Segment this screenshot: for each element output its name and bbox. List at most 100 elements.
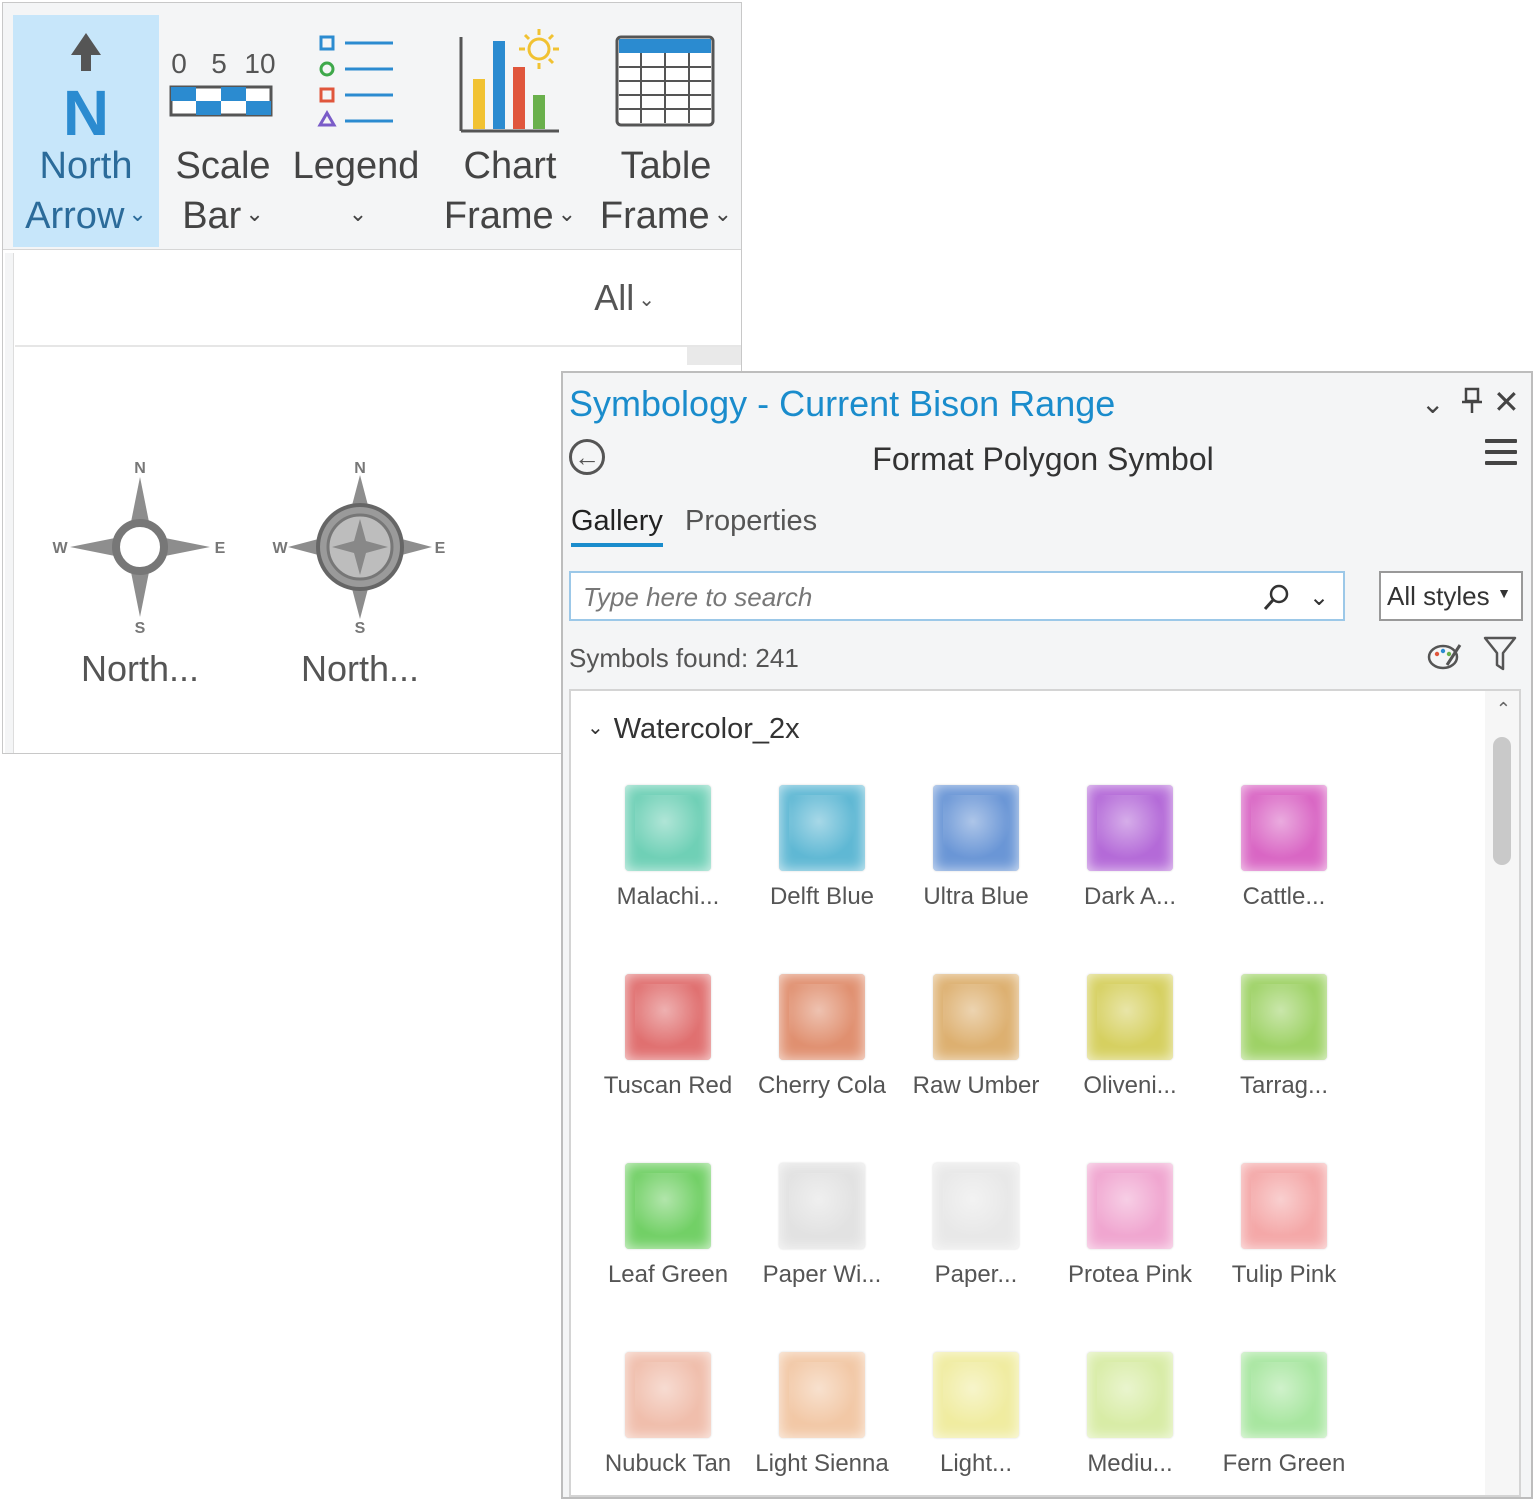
table-frame-label-2: Frame xyxy=(599,195,710,237)
symbol-item[interactable]: Cherry Cola xyxy=(745,974,899,1124)
chevron-up-icon[interactable]: ⌃ xyxy=(1496,699,1511,720)
symbol-item[interactable]: Raw Umber xyxy=(899,974,1053,1124)
symbol-item[interactable]: Tulip Pink xyxy=(1207,1163,1361,1313)
north-arrow-button[interactable]: N North Arrow ⌄ xyxy=(13,15,159,247)
north-arrow-item-label: North... xyxy=(80,648,200,689)
symbol-item[interactable]: Tuscan Red xyxy=(591,974,745,1124)
search-icon[interactable] xyxy=(1261,583,1291,613)
pin-icon[interactable] xyxy=(1461,387,1483,422)
symbol-item[interactable]: Nubuck Tan xyxy=(591,1352,745,1495)
symbol-label: Oliveni... xyxy=(1083,1072,1177,1099)
gallery-group-header[interactable]: ⌄ Watercolor_2x xyxy=(587,713,800,746)
tab-properties[interactable]: Properties xyxy=(685,505,817,538)
north-arrow-item[interactable]: N S W E North... xyxy=(45,457,235,697)
hamburger-menu-icon[interactable] xyxy=(1485,439,1517,467)
chart-frame-button[interactable]: Chart Frame ⌄ xyxy=(439,15,581,247)
scale-bar-button[interactable]: 0 5 10 Scale Bar ⌄ xyxy=(163,15,283,247)
symbol-item[interactable]: Cattle... xyxy=(1207,785,1361,935)
symbol-swatch xyxy=(1087,1352,1173,1438)
symbol-item[interactable]: Leaf Green xyxy=(591,1163,745,1313)
symbol-item[interactable]: Fern Green xyxy=(1207,1352,1361,1495)
tab-gallery[interactable]: Gallery xyxy=(571,505,663,538)
close-icon[interactable]: ✕ xyxy=(1493,383,1520,421)
palette-icon[interactable] xyxy=(1427,639,1463,673)
symbol-item[interactable]: Light... xyxy=(899,1352,1053,1495)
south-letter: S xyxy=(135,620,146,637)
symbol-label: Dark A... xyxy=(1083,883,1177,910)
north-letter: N xyxy=(134,460,146,477)
gallery-filter-value: All xyxy=(594,277,635,318)
symbol-item[interactable]: Protea Pink xyxy=(1053,1163,1207,1313)
chevron-down-icon[interactable]: ⌄ xyxy=(1309,583,1329,612)
search-box: ⌄ xyxy=(569,571,1345,621)
symbol-label: Cherry Cola xyxy=(757,1072,887,1099)
north-arrow-item-label: North... xyxy=(300,648,420,689)
symbol-label: Ultra Blue xyxy=(923,883,1029,910)
table-frame-icon xyxy=(593,23,739,143)
symbol-label: Delft Blue xyxy=(769,883,875,910)
west-letter: W xyxy=(272,540,288,557)
symbol-item[interactable]: Malachi... xyxy=(591,785,745,935)
symbol-gallery: ⌄ Watercolor_2x Malachi... Delft Blue Ultra… xyxy=(569,689,1521,1497)
gallery-scrollbar[interactable] xyxy=(687,347,741,365)
chart-frame-label-2: Frame xyxy=(443,195,554,237)
symbol-swatch xyxy=(625,974,711,1060)
chevron-down-icon: ⌄ xyxy=(245,200,264,226)
symbols-found-count: Symbols found: 241 xyxy=(569,643,799,673)
symbol-item[interactable]: Paper Wi... xyxy=(745,1163,899,1313)
east-letter: E xyxy=(435,540,446,557)
gallery-filter-dropdown[interactable]: All ⌄ xyxy=(594,277,655,319)
chart-frame-icon xyxy=(439,23,581,143)
north-arrow-item[interactable]: N S W E North... xyxy=(265,457,455,697)
symbol-swatch xyxy=(1087,785,1173,871)
chevron-down-icon: ⌄ xyxy=(557,200,577,226)
symbol-label: Light Sienna xyxy=(755,1450,889,1477)
table-frame-label-1: Table xyxy=(620,145,712,187)
south-letter: S xyxy=(355,620,366,637)
symbol-swatch xyxy=(1241,974,1327,1060)
symbol-label: Mediu... xyxy=(1087,1450,1173,1477)
symbol-item[interactable]: Delft Blue xyxy=(745,785,899,935)
vertical-scrollbar[interactable]: ⌃ xyxy=(1485,691,1519,1495)
symbol-swatch xyxy=(625,1352,711,1438)
north-arrow-icon: N xyxy=(13,23,159,149)
chevron-down-icon: ⌄ xyxy=(128,200,147,226)
north-arrow-label-1: North xyxy=(39,145,133,187)
symbol-swatch xyxy=(779,1352,865,1438)
symbol-label: Light... xyxy=(939,1450,1013,1477)
symbol-item[interactable]: Light Sienna xyxy=(745,1352,899,1495)
svg-text:N: N xyxy=(63,77,109,143)
chevron-down-icon: ⌄ xyxy=(587,717,604,739)
symbol-item[interactable]: Dark A... xyxy=(1053,785,1207,935)
filter-icon[interactable] xyxy=(1483,635,1517,673)
symbol-swatch xyxy=(1241,1352,1327,1438)
symbol-item[interactable]: Oliveni... xyxy=(1053,974,1207,1124)
symbol-label: Cattle... xyxy=(1242,883,1326,910)
symbol-item[interactable]: Paper... xyxy=(899,1163,1053,1313)
legend-icon xyxy=(287,23,425,143)
ribbon: N North Arrow ⌄ 0 5 10 Scale Bar ⌄ Legen… xyxy=(3,3,741,250)
chevron-down-icon: ⌄ xyxy=(638,289,655,311)
group-name: Watercolor_2x xyxy=(613,713,800,745)
symbol-label: Tulip Pink xyxy=(1231,1261,1337,1288)
symbol-label: Tuscan Red xyxy=(603,1072,733,1099)
scrollbar-thumb[interactable] xyxy=(1493,737,1511,865)
symbology-pane: Symbology - Current Bison Range ⌄ ✕ ← Fo… xyxy=(561,371,1533,1499)
symbol-swatch xyxy=(625,1163,711,1249)
styles-filter-dropdown[interactable]: All styles ▼ xyxy=(1379,571,1523,621)
scale-bar-label-1: Scale xyxy=(175,145,271,187)
symbol-swatch xyxy=(779,1163,865,1249)
legend-button[interactable]: Legend ⌄ xyxy=(287,15,425,247)
chevron-down-icon[interactable]: ⌄ xyxy=(1421,387,1444,420)
north-letter: N xyxy=(354,460,366,477)
east-letter: E xyxy=(215,540,226,557)
symbol-swatch xyxy=(933,1352,1019,1438)
symbol-item[interactable]: Tarrag... xyxy=(1207,974,1361,1124)
symbol-item[interactable]: Ultra Blue xyxy=(899,785,1053,935)
symbol-item[interactable]: Mediu... xyxy=(1053,1352,1207,1495)
symbol-swatch xyxy=(1087,974,1173,1060)
table-frame-button[interactable]: Table Frame ⌄ xyxy=(593,15,739,247)
symbol-swatch xyxy=(1241,1163,1327,1249)
styles-filter-value: All styles xyxy=(1387,581,1490,611)
search-input[interactable] xyxy=(581,581,1245,613)
